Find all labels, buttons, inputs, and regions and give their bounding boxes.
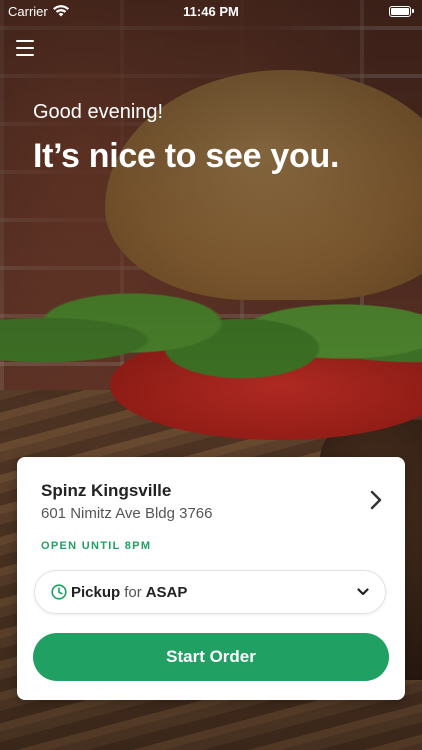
- location-card: Spinz Kingsville 601 Nimitz Ave Bldg 376…: [17, 457, 405, 700]
- order-time-label: ASAP: [145, 583, 188, 601]
- order-mode-label: Pickup: [71, 583, 121, 601]
- store-name[interactable]: Spinz Kingsville: [41, 481, 171, 501]
- start-order-button[interactable]: Start Order: [33, 633, 389, 681]
- greeting-text: Good evening!: [33, 101, 164, 123]
- status-time: 11:46 PM: [183, 3, 239, 19]
- status-bar: Carrier 11:46 PM: [0, 0, 422, 22]
- chevron-right-icon[interactable]: [369, 489, 383, 511]
- clock-icon: [51, 584, 67, 600]
- hamburger-menu-icon[interactable]: [16, 40, 34, 56]
- battery-icon: [389, 5, 411, 17]
- open-status-label: OPEN UNTIL 8PM: [41, 540, 152, 552]
- for-label: for: [124, 583, 142, 601]
- store-address[interactable]: 601 Nimitz Ave Bldg 3766: [41, 505, 213, 522]
- headline-text: It’s nice to see you.: [33, 137, 340, 175]
- order-mode-selector[interactable]: Pickup for ASAP: [34, 570, 386, 614]
- chevron-down-icon: [357, 588, 369, 596]
